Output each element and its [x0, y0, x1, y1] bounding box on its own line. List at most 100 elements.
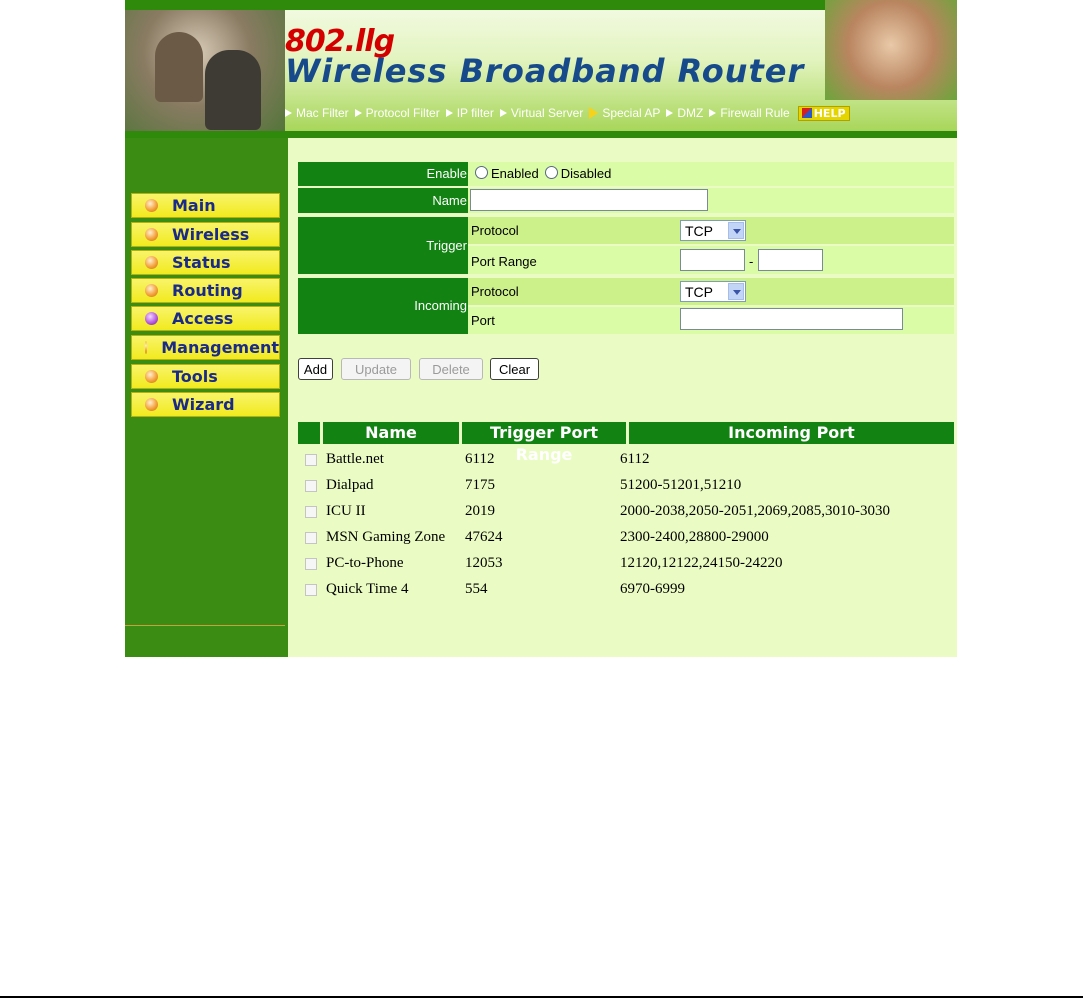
row-incoming-port: 2000-2038,2050-2051,2069,2085,3010-3030	[620, 503, 890, 519]
row-trigger-port-range: 554	[465, 581, 488, 597]
row-checkbox[interactable]	[305, 558, 317, 570]
row-name: PC-to-Phone	[326, 555, 404, 571]
header-divider	[125, 131, 957, 138]
sidebar-item-access[interactable]: Access	[131, 306, 280, 331]
sidebar-item-label: Access	[172, 309, 234, 328]
bullet-icon	[145, 312, 158, 325]
row-checkbox[interactable]	[305, 480, 317, 492]
sidebar-divider	[125, 625, 285, 626]
nav-protocol-filter[interactable]: Protocol Filter	[354, 106, 440, 120]
nav-ip-filter[interactable]: IP filter	[445, 106, 494, 120]
clear-button[interactable]: Clear	[490, 358, 539, 380]
nav-virtual-server[interactable]: Virtual Server	[499, 106, 583, 120]
incoming-protocol-value: TCP	[685, 283, 713, 300]
column-header-select	[298, 422, 320, 444]
sidebar-item-label: Wireless	[172, 225, 250, 244]
row-incoming-port: 12120,12122,24150-24220	[620, 555, 783, 571]
disabled-radio[interactable]	[544, 166, 558, 179]
nav-firewall-rule[interactable]: Firewall Rule	[709, 106, 790, 120]
sidebar-item-management[interactable]: Management	[131, 335, 280, 360]
incoming-protocol-select[interactable]: TCP	[680, 281, 746, 302]
incoming-port-input[interactable]	[680, 308, 903, 330]
row-name: Quick Time 4	[326, 581, 409, 597]
enable-label: Enable	[298, 162, 468, 186]
row-trigger-port-range: 6112	[465, 451, 495, 467]
range-separator: -	[749, 254, 754, 269]
trigger-protocol-value: TCP	[685, 222, 713, 239]
sidebar-item-label: Tools	[172, 367, 218, 386]
bullet-icon	[145, 370, 158, 383]
trigger-label: Trigger	[298, 217, 468, 274]
header-photo-right	[825, 0, 957, 100]
add-button[interactable]: Add	[298, 358, 333, 380]
disabled-option-label: Disabled	[560, 166, 612, 181]
arrow-right-icon	[499, 109, 507, 117]
bullet-icon	[145, 398, 158, 411]
enabled-radio[interactable]	[475, 166, 488, 179]
nav-label: Firewall Rule	[720, 106, 790, 120]
trigger-port-from-input[interactable]	[680, 249, 745, 271]
row-checkbox[interactable]	[305, 454, 317, 466]
sidebar-item-label: Wizard	[172, 395, 235, 414]
arrow-right-icon	[666, 109, 674, 117]
incoming-label: Incoming	[298, 278, 468, 334]
table-header: Name Trigger Port Range Incoming Port	[298, 422, 954, 464]
chevron-down-icon	[728, 283, 744, 300]
table-row: ICU II 2019 2000-2038,2050-2051,2069,208…	[298, 499, 954, 525]
delete-button[interactable]: Delete	[419, 358, 483, 380]
sidebar-item-label: Routing	[172, 281, 243, 300]
sidebar-item-main[interactable]: Main	[131, 193, 280, 218]
bullet-icon	[145, 284, 158, 297]
table-row: Quick Time 4 554 6970-6999	[298, 577, 954, 603]
row-name: ICU II	[326, 503, 366, 519]
sidebar-item-label: Status	[172, 253, 231, 272]
sidebar: Main Wireless Status Routing Access Mana…	[125, 138, 288, 657]
nav-dmz[interactable]: DMZ	[666, 106, 703, 120]
sidebar-item-tools[interactable]: Tools	[131, 364, 280, 389]
row-incoming-port: 6970-6999	[620, 581, 685, 597]
row-checkbox[interactable]	[305, 532, 317, 544]
brand-title: Wireless Broadband Router	[285, 52, 805, 90]
column-header-name: Name	[323, 422, 459, 444]
sidebar-item-wizard[interactable]: Wizard	[131, 392, 280, 417]
trigger-port-to-input[interactable]	[758, 249, 823, 271]
update-button[interactable]: Update	[341, 358, 411, 380]
nav-label: IP filter	[456, 106, 494, 120]
sidebar-item-wireless[interactable]: Wireless	[131, 222, 280, 247]
row-name: MSN Gaming Zone	[326, 529, 446, 545]
row-checkbox[interactable]	[305, 584, 317, 596]
column-header-incoming: Incoming Port	[629, 422, 954, 444]
help-label: HELP	[813, 106, 846, 120]
table-row: MSN Gaming Zone 47624 2300-2400,28800-29…	[298, 525, 954, 551]
enabled-option-label: Enabled	[491, 166, 539, 181]
row-checkbox[interactable]	[305, 506, 317, 518]
nav-mac-filter[interactable]: Mac Filter	[285, 106, 349, 120]
arrow-right-icon	[445, 109, 453, 117]
help-button[interactable]: HELP	[797, 105, 850, 121]
nav-label: DMZ	[677, 106, 704, 120]
sidebar-item-label: Main	[172, 196, 216, 215]
sidebar-item-status[interactable]: Status	[131, 250, 280, 275]
name-label: Name	[298, 188, 468, 213]
nav-special-ap[interactable]: Special AP	[589, 106, 660, 120]
trigger-protocol-select[interactable]: TCP	[680, 220, 746, 241]
row-trigger-port-range: 2019	[465, 503, 495, 519]
sidebar-item-routing[interactable]: Routing	[131, 278, 280, 303]
arrow-right-icon	[589, 107, 599, 119]
row-trigger-port-range: 47624	[465, 529, 503, 545]
incoming-port-label: Port	[471, 313, 495, 328]
table-row: Dialpad 7175 51200-51201,51210	[298, 473, 954, 499]
name-input[interactable]	[470, 189, 708, 211]
arrow-right-icon	[354, 109, 362, 117]
bullet-icon	[145, 199, 158, 212]
arrow-right-icon	[285, 109, 292, 117]
nav-label: Mac Filter	[296, 106, 349, 120]
table-row: PC-to-Phone 12053 12120,12122,24150-2422…	[298, 551, 954, 577]
nav-label: Special AP	[602, 106, 661, 120]
table-row: Battle.net 6112 6112	[298, 447, 954, 473]
column-header-trigger: Trigger Port Range	[462, 422, 626, 464]
row-trigger-port-range: 12053	[465, 555, 503, 571]
trigger-protocol-label: Protocol	[471, 223, 519, 238]
row-incoming-port: 51200-51201,51210	[620, 477, 742, 493]
header-banner: 802.llg Wireless Broadband Router Mac Fi…	[125, 0, 957, 131]
